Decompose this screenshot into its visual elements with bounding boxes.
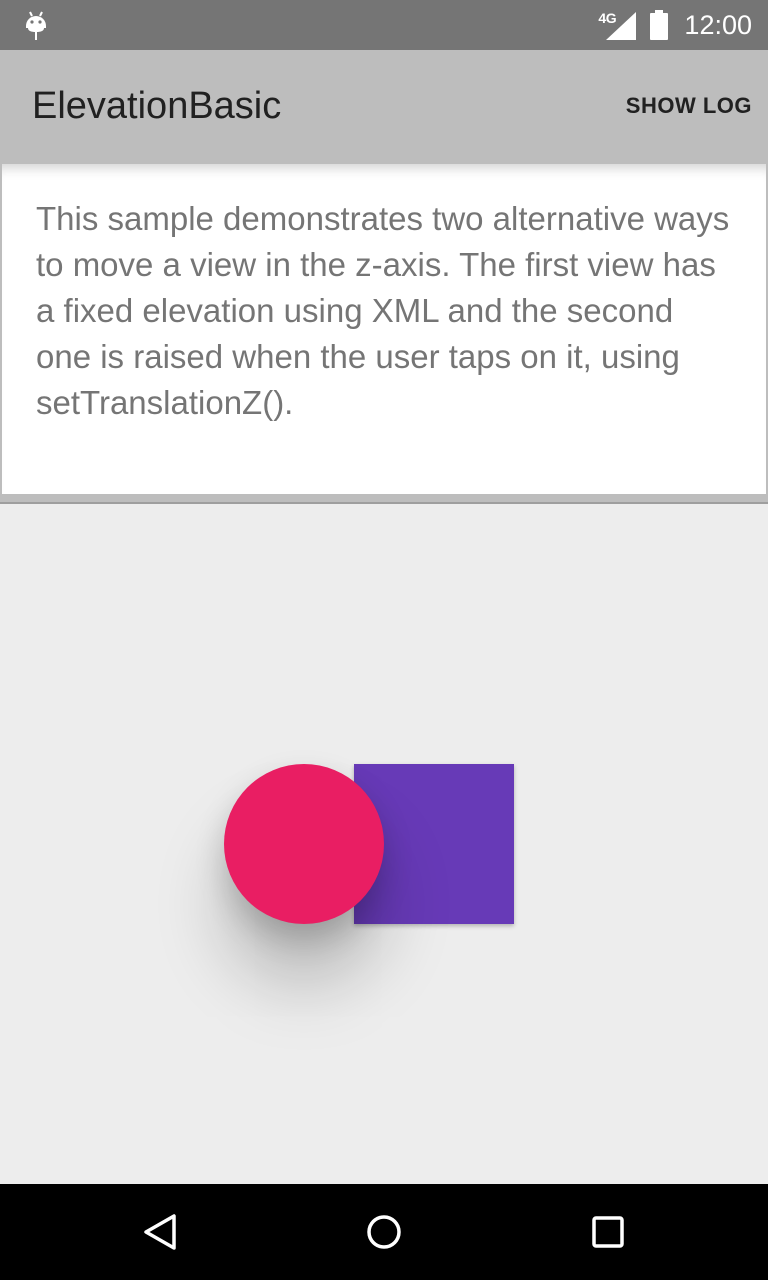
raised-circle[interactable]	[224, 764, 384, 924]
status-time: 12:00	[684, 10, 752, 40]
android-debug-icon	[26, 11, 46, 40]
app-bar: ElevationBasic SHOW LOG	[0, 50, 768, 162]
app-title: ElevationBasic	[32, 85, 282, 127]
show-log-button[interactable]: SHOW LOG	[610, 50, 752, 162]
screen: 4G 12:00 ElevationBasic SHOW LOG This sa…	[0, 0, 768, 1280]
home-icon	[367, 1215, 401, 1249]
navigation-bar	[0, 1184, 768, 1280]
recents-icon	[592, 1216, 624, 1248]
recents-button[interactable]	[578, 1202, 638, 1262]
signal-icon: 4G	[598, 10, 637, 40]
back-button[interactable]	[130, 1202, 190, 1262]
home-button[interactable]	[354, 1202, 414, 1262]
intro-text: This sample demonstrates two alternative…	[36, 200, 730, 421]
intro-area: This sample demonstrates two alternative…	[0, 162, 768, 504]
back-icon	[144, 1214, 176, 1250]
intro-card: This sample demonstrates two alternative…	[2, 164, 766, 494]
battery-icon	[650, 10, 669, 40]
status-bar: 4G 12:00	[0, 0, 768, 50]
content-area	[0, 504, 768, 1184]
